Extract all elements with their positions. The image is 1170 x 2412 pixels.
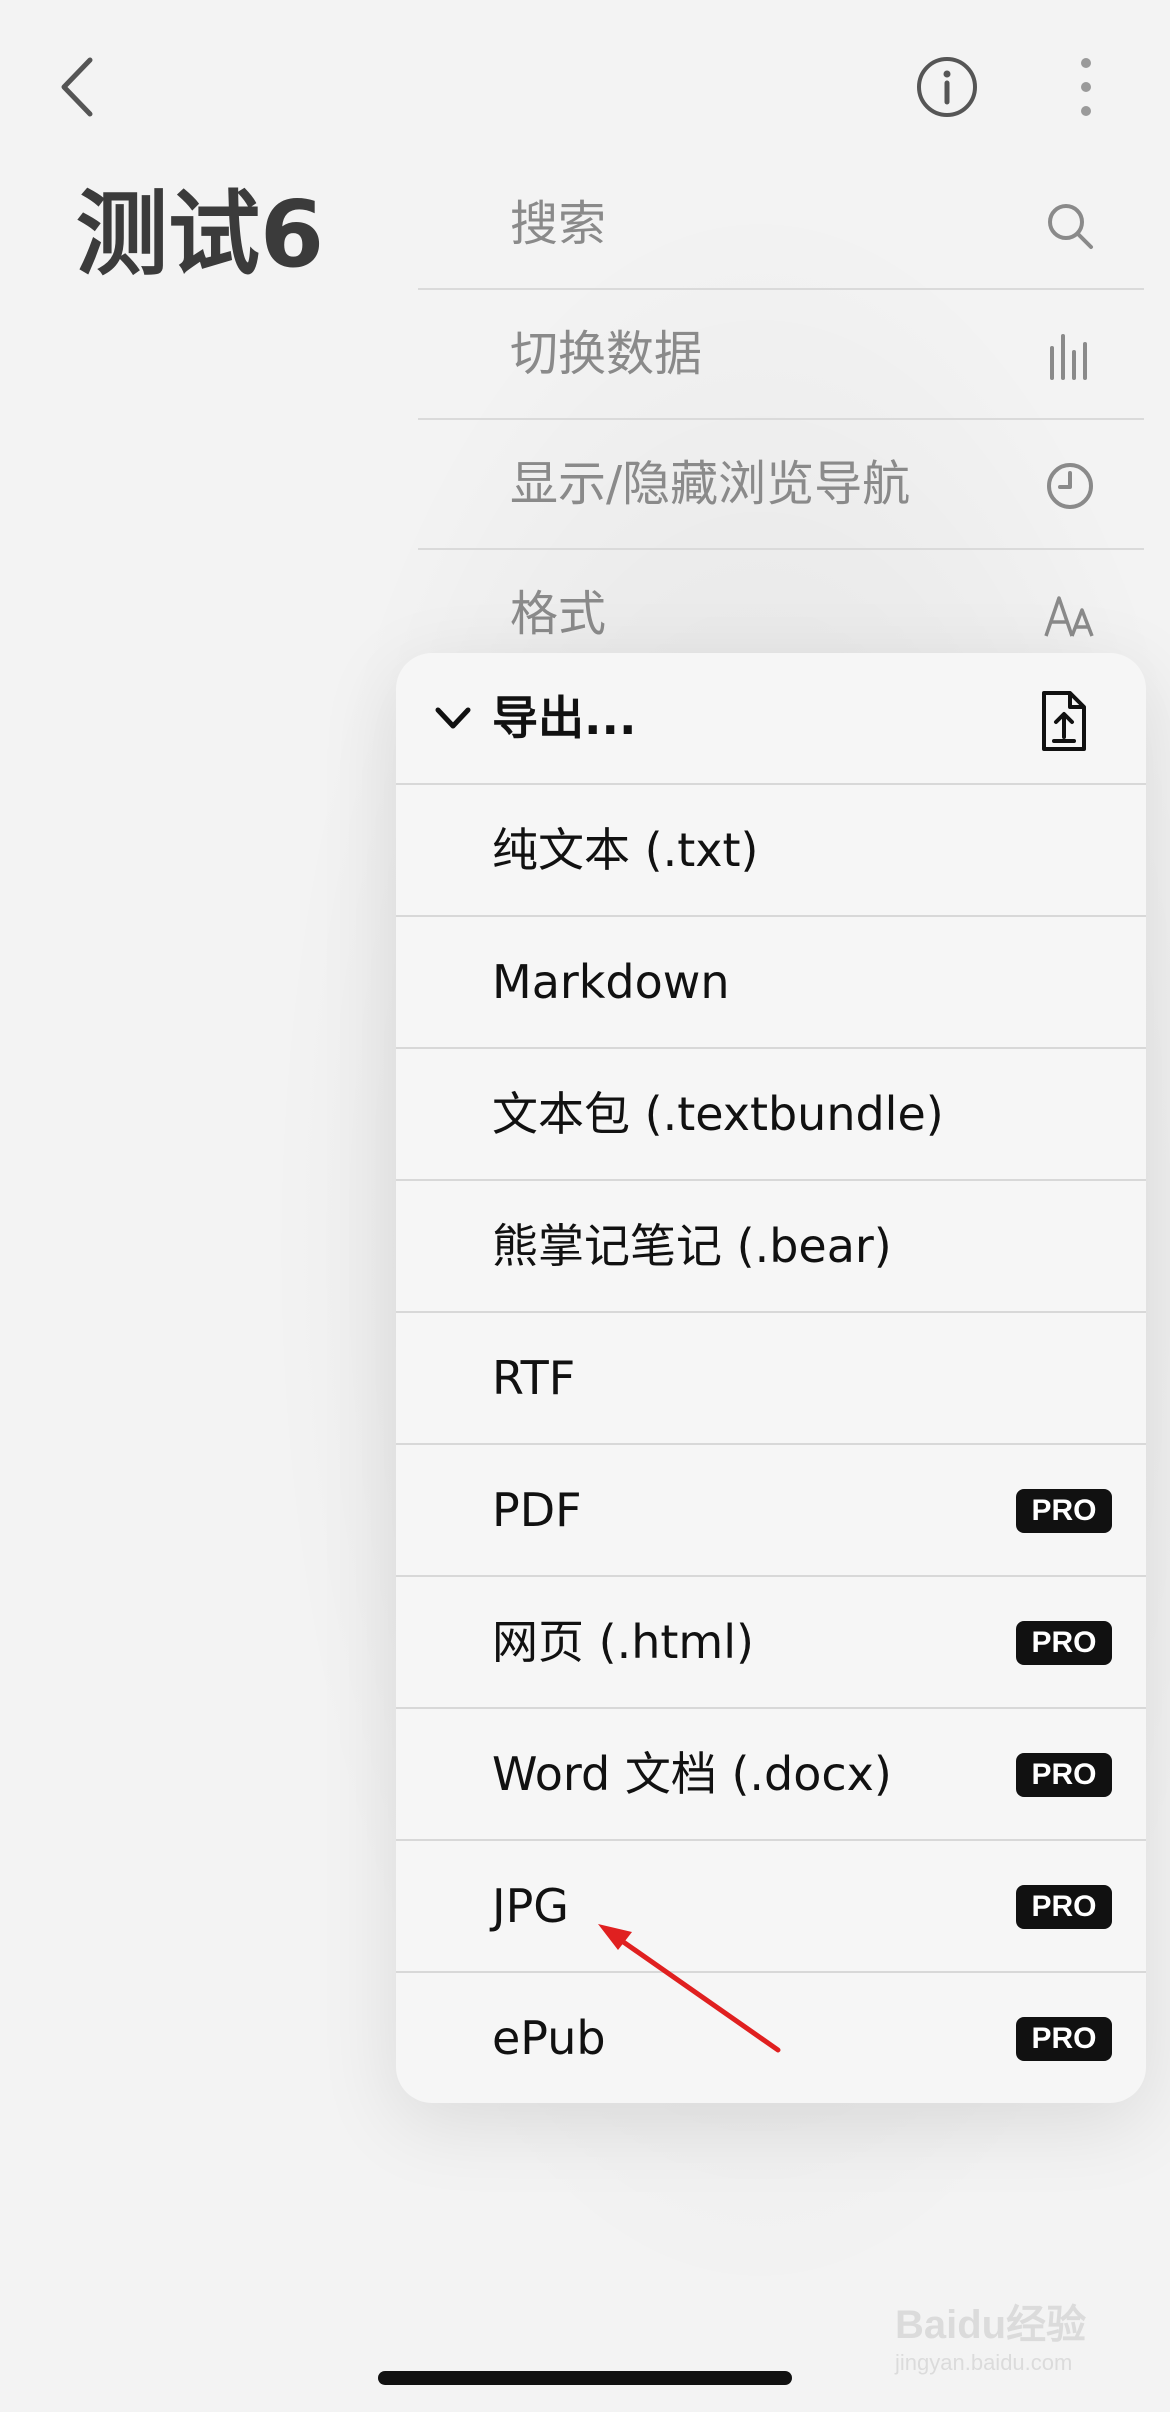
- home-indicator[interactable]: [378, 2371, 792, 2385]
- menu-item-toggle-stats[interactable]: 切换数据: [418, 290, 1144, 420]
- export-item-label: JPG: [492, 1879, 569, 1933]
- actions-menu: 搜索 切换数据 显示/隐藏浏览导航 格式: [418, 160, 1144, 678]
- watermark-url: jingyan.baidu.com: [895, 2350, 1073, 2375]
- export-submenu: 导出... 纯文本 (.txt) Markdown 文本包 (.textbund…: [396, 653, 1146, 2103]
- export-item-html[interactable]: 网页 (.html) PRO: [396, 1577, 1146, 1709]
- export-item-label: Markdown: [492, 955, 730, 1009]
- export-item-markdown[interactable]: Markdown: [396, 917, 1146, 1049]
- more-button[interactable]: [1070, 55, 1102, 119]
- watermark: Baidu经验 jingyan.baidu.com: [895, 2292, 1145, 2392]
- pro-badge: PRO: [1016, 2017, 1112, 2061]
- pro-badge: PRO: [1016, 1489, 1112, 1533]
- export-item-label: ePub: [492, 2011, 606, 2065]
- menu-item-search[interactable]: 搜索: [418, 160, 1144, 290]
- pro-badge: PRO: [1016, 1753, 1112, 1797]
- watermark-brand: Baidu经验: [895, 2303, 1087, 2347]
- chevron-left-icon: [61, 57, 93, 117]
- export-item-rtf[interactable]: RTF: [396, 1313, 1146, 1445]
- pro-badge: PRO: [1016, 1621, 1112, 1665]
- file-export-icon: [1042, 691, 1086, 751]
- pro-badge: PRO: [1016, 1885, 1112, 1929]
- clock-icon: [1047, 463, 1093, 509]
- export-item-label: RTF: [492, 1351, 576, 1405]
- export-item-txt[interactable]: 纯文本 (.txt): [396, 785, 1146, 917]
- export-item-textbundle[interactable]: 文本包 (.textbundle): [396, 1049, 1146, 1181]
- menu-item-label: 搜索: [510, 196, 607, 252]
- menu-item-toggle-navigation[interactable]: 显示/隐藏浏览导航: [418, 420, 1144, 550]
- page-title: 测试6: [76, 181, 325, 288]
- export-item-pdf[interactable]: PDF PRO: [396, 1445, 1146, 1577]
- menu-item-label: 切换数据: [510, 326, 703, 382]
- more-vertical-icon: [1081, 58, 1091, 116]
- text-format-icon: [1044, 596, 1094, 637]
- stats-bars-icon: [1050, 334, 1087, 380]
- menu-item-label: 显示/隐藏浏览导航: [510, 456, 911, 512]
- export-item-label: Word 文档 (.docx): [492, 1747, 892, 1801]
- export-item-label: 网页 (.html): [492, 1615, 754, 1669]
- export-item-label: 熊掌记笔记 (.bear): [492, 1219, 892, 1273]
- info-circle-icon: [917, 57, 977, 117]
- export-item-label: 纯文本 (.txt): [492, 823, 759, 877]
- export-item-label: PDF: [492, 1483, 582, 1537]
- export-header[interactable]: 导出...: [396, 653, 1146, 785]
- info-button[interactable]: [915, 55, 979, 119]
- chevron-down-icon: [435, 707, 471, 729]
- search-icon: [1048, 204, 1093, 249]
- export-item-docx[interactable]: Word 文档 (.docx) PRO: [396, 1709, 1146, 1841]
- export-title: 导出...: [492, 691, 637, 745]
- export-item-bear[interactable]: 熊掌记笔记 (.bear): [396, 1181, 1146, 1313]
- back-button[interactable]: [50, 52, 110, 122]
- export-options-list: 纯文本 (.txt) Markdown 文本包 (.textbundle) 熊掌…: [396, 785, 1146, 2103]
- annotation-arrow-icon: [598, 1924, 781, 2053]
- export-item-label: 文本包 (.textbundle): [492, 1087, 944, 1141]
